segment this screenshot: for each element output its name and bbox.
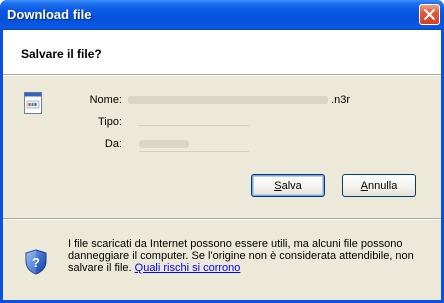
dialog-client-area: Salvare il file? Nome: .n3r Tipo: Da: Sa… <box>3 30 441 300</box>
window-title: Download file <box>7 7 92 22</box>
cancel-button[interactable]: Annulla <box>342 174 416 197</box>
type-value-line <box>139 125 249 126</box>
from-value-line <box>139 151 249 152</box>
name-label: Nome: <box>89 94 122 106</box>
name-redacted <box>128 96 328 105</box>
shield-question-icon: ? <box>25 249 47 275</box>
save-button-label: Salva <box>274 179 302 192</box>
file-icon <box>24 92 42 114</box>
info-divider-highlight <box>3 219 441 220</box>
svg-text:?: ? <box>32 255 40 270</box>
dialog-heading: Salvare il file? <box>21 47 102 61</box>
security-warning-text: I file scaricati da Internet possono ess… <box>68 238 433 274</box>
cancel-button-label: Annulla <box>360 179 398 192</box>
from-label: Da: <box>104 138 122 150</box>
header-band: Salvare il file? <box>3 30 441 74</box>
title-bar[interactable]: Download file <box>0 0 444 30</box>
close-icon <box>424 9 435 20</box>
warning-message: I file scaricati da Internet possono ess… <box>68 238 414 274</box>
close-button[interactable] <box>419 4 440 25</box>
name-extension: .n3r <box>331 94 351 106</box>
header-divider-highlight <box>3 75 441 76</box>
from-redacted <box>139 140 189 149</box>
risks-link[interactable]: Quali rischi si corrono <box>135 262 241 274</box>
from-value <box>139 138 189 150</box>
name-value: .n3r <box>128 94 350 106</box>
save-button[interactable]: Salva <box>251 174 325 197</box>
type-label: Tipo: <box>97 116 122 128</box>
download-dialog: Download file Salvare il file? Nome: .n3… <box>0 0 444 303</box>
